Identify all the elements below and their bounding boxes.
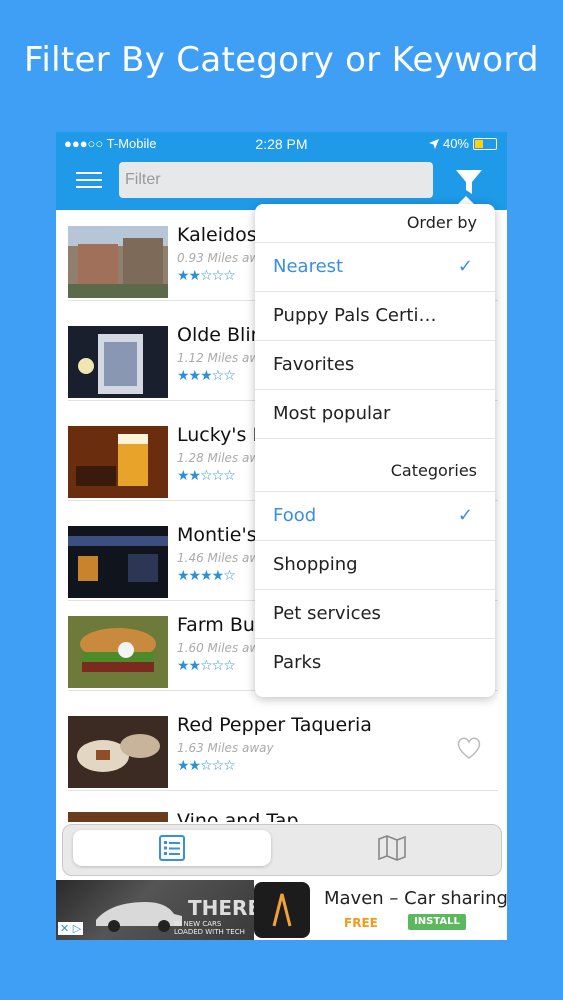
order-option-label: Nearest	[273, 256, 344, 277]
nav-bar	[56, 156, 507, 210]
order-option-puppy-pals[interactable]: Puppy Pals Certi…	[255, 292, 495, 341]
order-option-label: Most popular	[273, 403, 391, 424]
filter-funnel-icon[interactable]	[454, 166, 484, 198]
place-distance: 1.28 Miles aw	[177, 451, 260, 465]
place-distance: 1.12 Miles aw	[177, 351, 260, 365]
category-option-shopping[interactable]: Shopping	[255, 541, 495, 590]
category-option-pet-services[interactable]: Pet services	[255, 590, 495, 639]
order-option-most-popular[interactable]: Most popular	[255, 390, 495, 439]
place-thumbnail	[68, 326, 168, 398]
rating-stars: ★★☆☆☆	[177, 268, 236, 284]
checkmark-icon: ✓	[457, 505, 473, 526]
place-thumbnail	[68, 716, 168, 788]
phone-screen: ●●●○○ T-Mobile 2:28 PM 40% Kaleidos 0.93…	[56, 132, 507, 940]
checkmark-icon: ✓	[457, 256, 473, 277]
ad-price: FREE	[344, 916, 378, 930]
place-name: Red Pepper Taqueria	[177, 714, 372, 736]
place-thumbnail	[68, 226, 168, 298]
place-name: Lucky's E	[177, 424, 265, 446]
status-right: 40%	[428, 136, 497, 151]
place-name: Farm Bu	[177, 614, 255, 636]
place-name: Montie's	[177, 524, 257, 546]
rating-stars: ★★☆☆☆	[177, 758, 236, 774]
list-view-icon	[159, 835, 185, 861]
tab-map-view[interactable]	[293, 830, 491, 866]
order-option-label: Puppy Pals Certi…	[273, 305, 437, 326]
place-name: Vino and Tap	[177, 810, 299, 822]
ad-title: Maven – Car sharing	[324, 888, 507, 909]
category-option-food[interactable]: Food ✓	[255, 492, 495, 541]
place-thumbnail	[68, 526, 168, 598]
order-option-favorites[interactable]: Favorites	[255, 341, 495, 390]
favorite-heart-icon[interactable]	[456, 736, 482, 760]
status-bar: ●●●○○ T-Mobile 2:28 PM 40%	[56, 132, 507, 156]
place-name: Kaleidos	[177, 224, 257, 246]
place-thumbnail	[68, 812, 168, 822]
filter-input[interactable]	[119, 162, 433, 198]
place-thumbnail	[68, 616, 168, 688]
ad-image-subtext: IN NEW CARS LOADED WITH TECH	[174, 920, 245, 936]
place-distance: 1.46 Miles aw	[177, 551, 260, 565]
battery-icon	[473, 137, 497, 150]
install-button[interactable]: INSTALL	[408, 914, 466, 930]
category-option-label: Parks	[273, 652, 322, 673]
list-item[interactable]: Red Pepper Taqueria 1.63 Miles away ★★☆☆…	[68, 700, 498, 791]
category-option-parks[interactable]: Parks	[255, 639, 495, 687]
map-icon	[378, 835, 406, 861]
category-option-label: Shopping	[273, 554, 358, 575]
ad-image: THERE IN NEW CARS LOADED WITH TECH ✕ ▷	[56, 880, 254, 940]
place-distance: 1.60 Miles aw	[177, 641, 260, 655]
list-item[interactable]: Vino and Tap	[68, 796, 498, 822]
place-distance: 0.93 Miles aw	[177, 251, 260, 265]
battery-percent: 40%	[442, 136, 469, 151]
place-name: Olde Blin	[177, 324, 263, 346]
ad-banner[interactable]: THERE IN NEW CARS LOADED WITH TECH ✕ ▷ M…	[56, 880, 507, 940]
tab-list-view[interactable]	[73, 830, 271, 866]
order-option-label: Favorites	[273, 354, 355, 375]
rating-stars: ★★★★☆	[177, 568, 236, 584]
ad-choices-icon[interactable]: ✕ ▷	[58, 922, 84, 935]
filter-dropdown: Order by Nearest ✓ Puppy Pals Certi… Fav…	[255, 204, 495, 697]
category-option-label: Food	[273, 505, 317, 526]
place-distance: 1.63 Miles away	[177, 741, 274, 755]
hamburger-menu-icon[interactable]	[76, 172, 102, 192]
categories-header: Categories	[255, 439, 495, 492]
rating-stars: ★★★☆☆	[177, 368, 236, 384]
ad-image-text: THERE	[188, 896, 254, 920]
order-by-header: Order by	[255, 204, 495, 243]
maven-logo-icon	[254, 882, 310, 938]
rating-stars: ★★☆☆☆	[177, 658, 236, 674]
rating-stars: ★★☆☆☆	[177, 468, 236, 484]
view-segmented-control	[62, 824, 502, 876]
order-option-nearest[interactable]: Nearest ✓	[255, 243, 495, 292]
place-thumbnail	[68, 426, 168, 498]
page-headline: Filter By Category or Keyword	[24, 40, 539, 80]
category-option-label: Pet services	[273, 603, 381, 624]
location-arrow-icon	[428, 138, 439, 149]
